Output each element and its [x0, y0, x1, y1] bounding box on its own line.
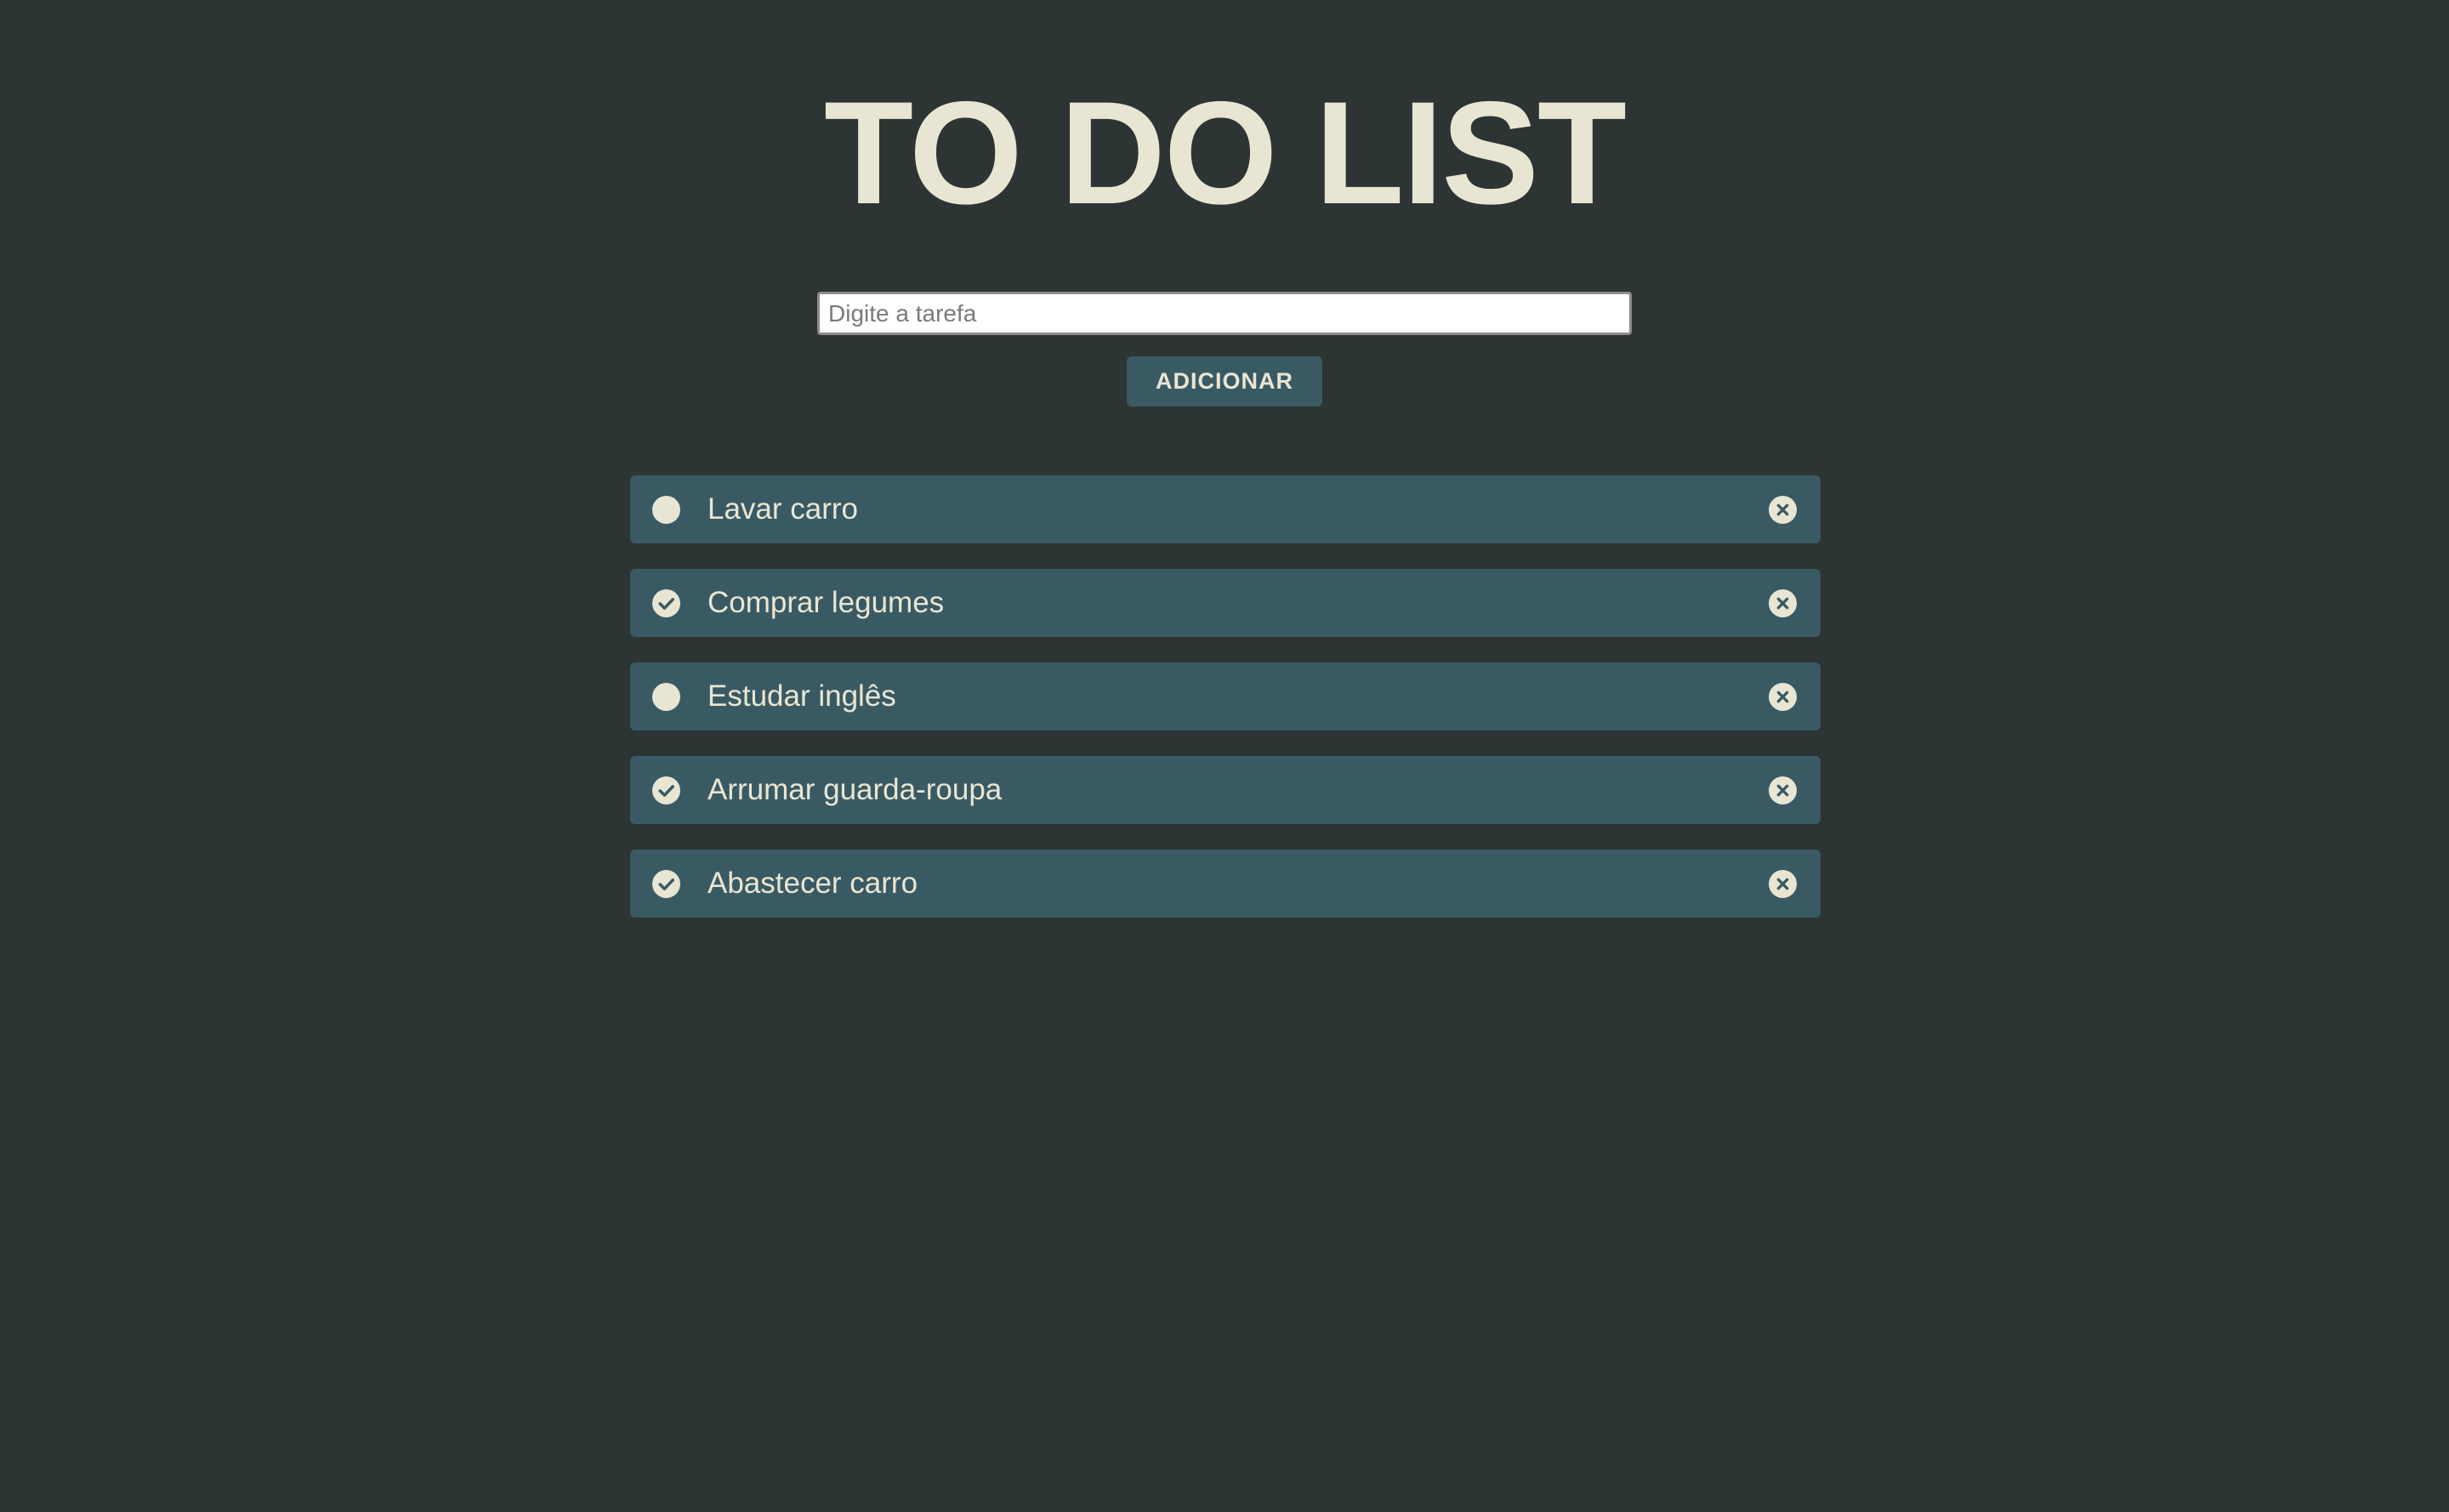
task-input[interactable]	[817, 292, 1632, 335]
check-circle-icon[interactable]	[652, 589, 680, 617]
task-list: Lavar carro Comprar legumes Estudar ingl…	[630, 475, 1821, 918]
check-circle-icon[interactable]	[652, 776, 680, 804]
task-text: Abastecer carro	[707, 867, 918, 900]
task-text: Arrumar guarda-roupa	[707, 773, 1003, 806]
task-text: Lavar carro	[707, 492, 859, 526]
task-item: Arrumar guarda-roupa	[630, 756, 1821, 824]
task-item: Comprar legumes	[630, 569, 1821, 637]
close-circle-icon[interactable]	[1769, 496, 1797, 524]
page-title: TO DO LIST	[824, 71, 1627, 235]
close-circle-icon[interactable]	[1769, 683, 1797, 711]
circle-icon[interactable]	[652, 496, 680, 524]
circle-icon[interactable]	[652, 683, 680, 711]
check-circle-icon[interactable]	[652, 870, 680, 898]
close-circle-icon[interactable]	[1769, 776, 1797, 804]
task-text: Estudar inglês	[707, 679, 896, 713]
task-item: Estudar inglês	[630, 662, 1821, 730]
task-item: Lavar carro	[630, 475, 1821, 543]
add-task-button[interactable]: ADICIONAR	[1127, 356, 1322, 406]
task-text: Comprar legumes	[707, 586, 945, 619]
close-circle-icon[interactable]	[1769, 589, 1797, 617]
task-item: Abastecer carro	[630, 850, 1821, 918]
close-circle-icon[interactable]	[1769, 870, 1797, 898]
